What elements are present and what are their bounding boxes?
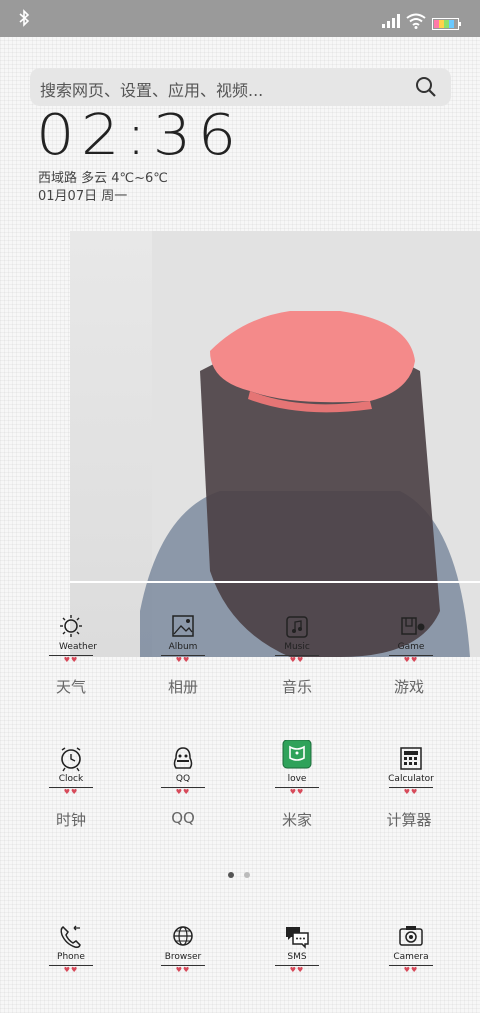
hearts-decoration: ♥♥	[175, 966, 191, 974]
phone-icon	[60, 925, 81, 948]
music-icon	[286, 616, 308, 638]
icon-handwritten-label: SMS	[287, 952, 307, 962]
hearts-decoration: ♥♥	[63, 788, 79, 796]
app-album[interactable]: Album ♥♥	[148, 614, 218, 666]
camera-icon	[399, 926, 423, 946]
hearts-decoration: ♥♥	[403, 656, 419, 664]
label-album[interactable]: 相册	[133, 676, 233, 697]
label-weather[interactable]: 天气	[21, 676, 121, 697]
weather-info[interactable]: 西域路 多云 4℃~6℃	[38, 167, 168, 186]
icon-handwritten-label: QQ	[175, 774, 191, 784]
album-icon	[172, 615, 194, 637]
clock-time[interactable]: 02:36	[36, 108, 243, 164]
hearts-decoration: ♥♥	[289, 788, 305, 796]
wallpaper-image	[70, 231, 480, 657]
label-music[interactable]: 音乐	[247, 676, 347, 697]
app-game[interactable]: Game ♥♥	[376, 614, 446, 666]
sms-icon	[286, 927, 309, 949]
calculator-icon	[400, 747, 422, 770]
page-dot[interactable]	[244, 872, 250, 878]
app-music[interactable]: Music ♥♥	[262, 614, 332, 666]
hearts-decoration: ♥♥	[63, 966, 79, 974]
search-bar[interactable]: 搜索网页、设置、应用、视频...	[30, 68, 451, 106]
dock-phone[interactable]: Phone ♥♥	[36, 924, 106, 976]
dock-browser[interactable]: Browser ♥♥	[148, 924, 218, 976]
icon-handwritten-label: Album	[168, 642, 198, 652]
girl-illustration	[140, 311, 470, 657]
bluetooth-icon	[19, 9, 30, 27]
hearts-decoration: ♥♥	[403, 788, 419, 796]
dock-camera[interactable]: Camera ♥♥	[376, 924, 446, 976]
hearts-decoration: ♥♥	[175, 788, 191, 796]
weather-icon	[60, 615, 82, 637]
hearts-decoration: ♥♥	[289, 656, 305, 664]
label-calculator[interactable]: 计算器	[359, 809, 459, 830]
app-qq[interactable]: QQ ♥♥	[148, 746, 218, 798]
icon-handwritten-label: love	[287, 774, 307, 784]
app-calculator[interactable]: Calculator ♥♥	[376, 746, 446, 798]
label-clock[interactable]: 时钟	[21, 809, 121, 830]
icon-handwritten-label: Music	[284, 642, 310, 652]
app-clock[interactable]: Clock ♥♥	[36, 746, 106, 798]
search-placeholder: 搜索网页、设置、应用、视频...	[40, 81, 264, 100]
app-weather[interactable]: Weather ♥♥	[36, 614, 106, 666]
game-icon	[401, 617, 425, 635]
clock-icon	[61, 747, 81, 772]
hearts-decoration: ♥♥	[63, 656, 79, 664]
battery-icon	[432, 18, 461, 30]
hearts-decoration: ♥♥	[175, 656, 191, 664]
hearts-decoration: ♥♥	[289, 966, 305, 974]
icon-handwritten-label: Weather	[59, 642, 97, 652]
date-info: 01月07日 周一	[38, 189, 128, 204]
search-icon[interactable]	[415, 76, 437, 98]
label-mijia[interactable]: 米家	[247, 809, 347, 830]
label-qq[interactable]: QQ	[133, 809, 233, 827]
status-bar	[0, 0, 480, 37]
qq-icon	[173, 747, 193, 769]
signal-icon	[382, 14, 400, 28]
icon-handwritten-label: Camera	[393, 952, 429, 962]
mijia-icon	[282, 740, 312, 769]
icon-handwritten-label: Phone	[57, 952, 85, 962]
hearts-decoration: ♥♥	[403, 966, 419, 974]
icon-handwritten-label: Game	[397, 642, 425, 652]
app-mijia[interactable]: love ♥♥	[262, 740, 332, 796]
wifi-icon	[406, 13, 426, 29]
icon-handwritten-label: Calculator	[388, 774, 434, 784]
browser-icon	[173, 926, 193, 946]
page-dot-active[interactable]	[228, 872, 234, 878]
icon-handwritten-label: Clock	[58, 774, 84, 784]
label-game[interactable]: 游戏	[359, 676, 459, 697]
icon-handwritten-label: Browser	[164, 952, 202, 962]
dock-sms[interactable]: SMS ♥♥	[262, 924, 332, 976]
